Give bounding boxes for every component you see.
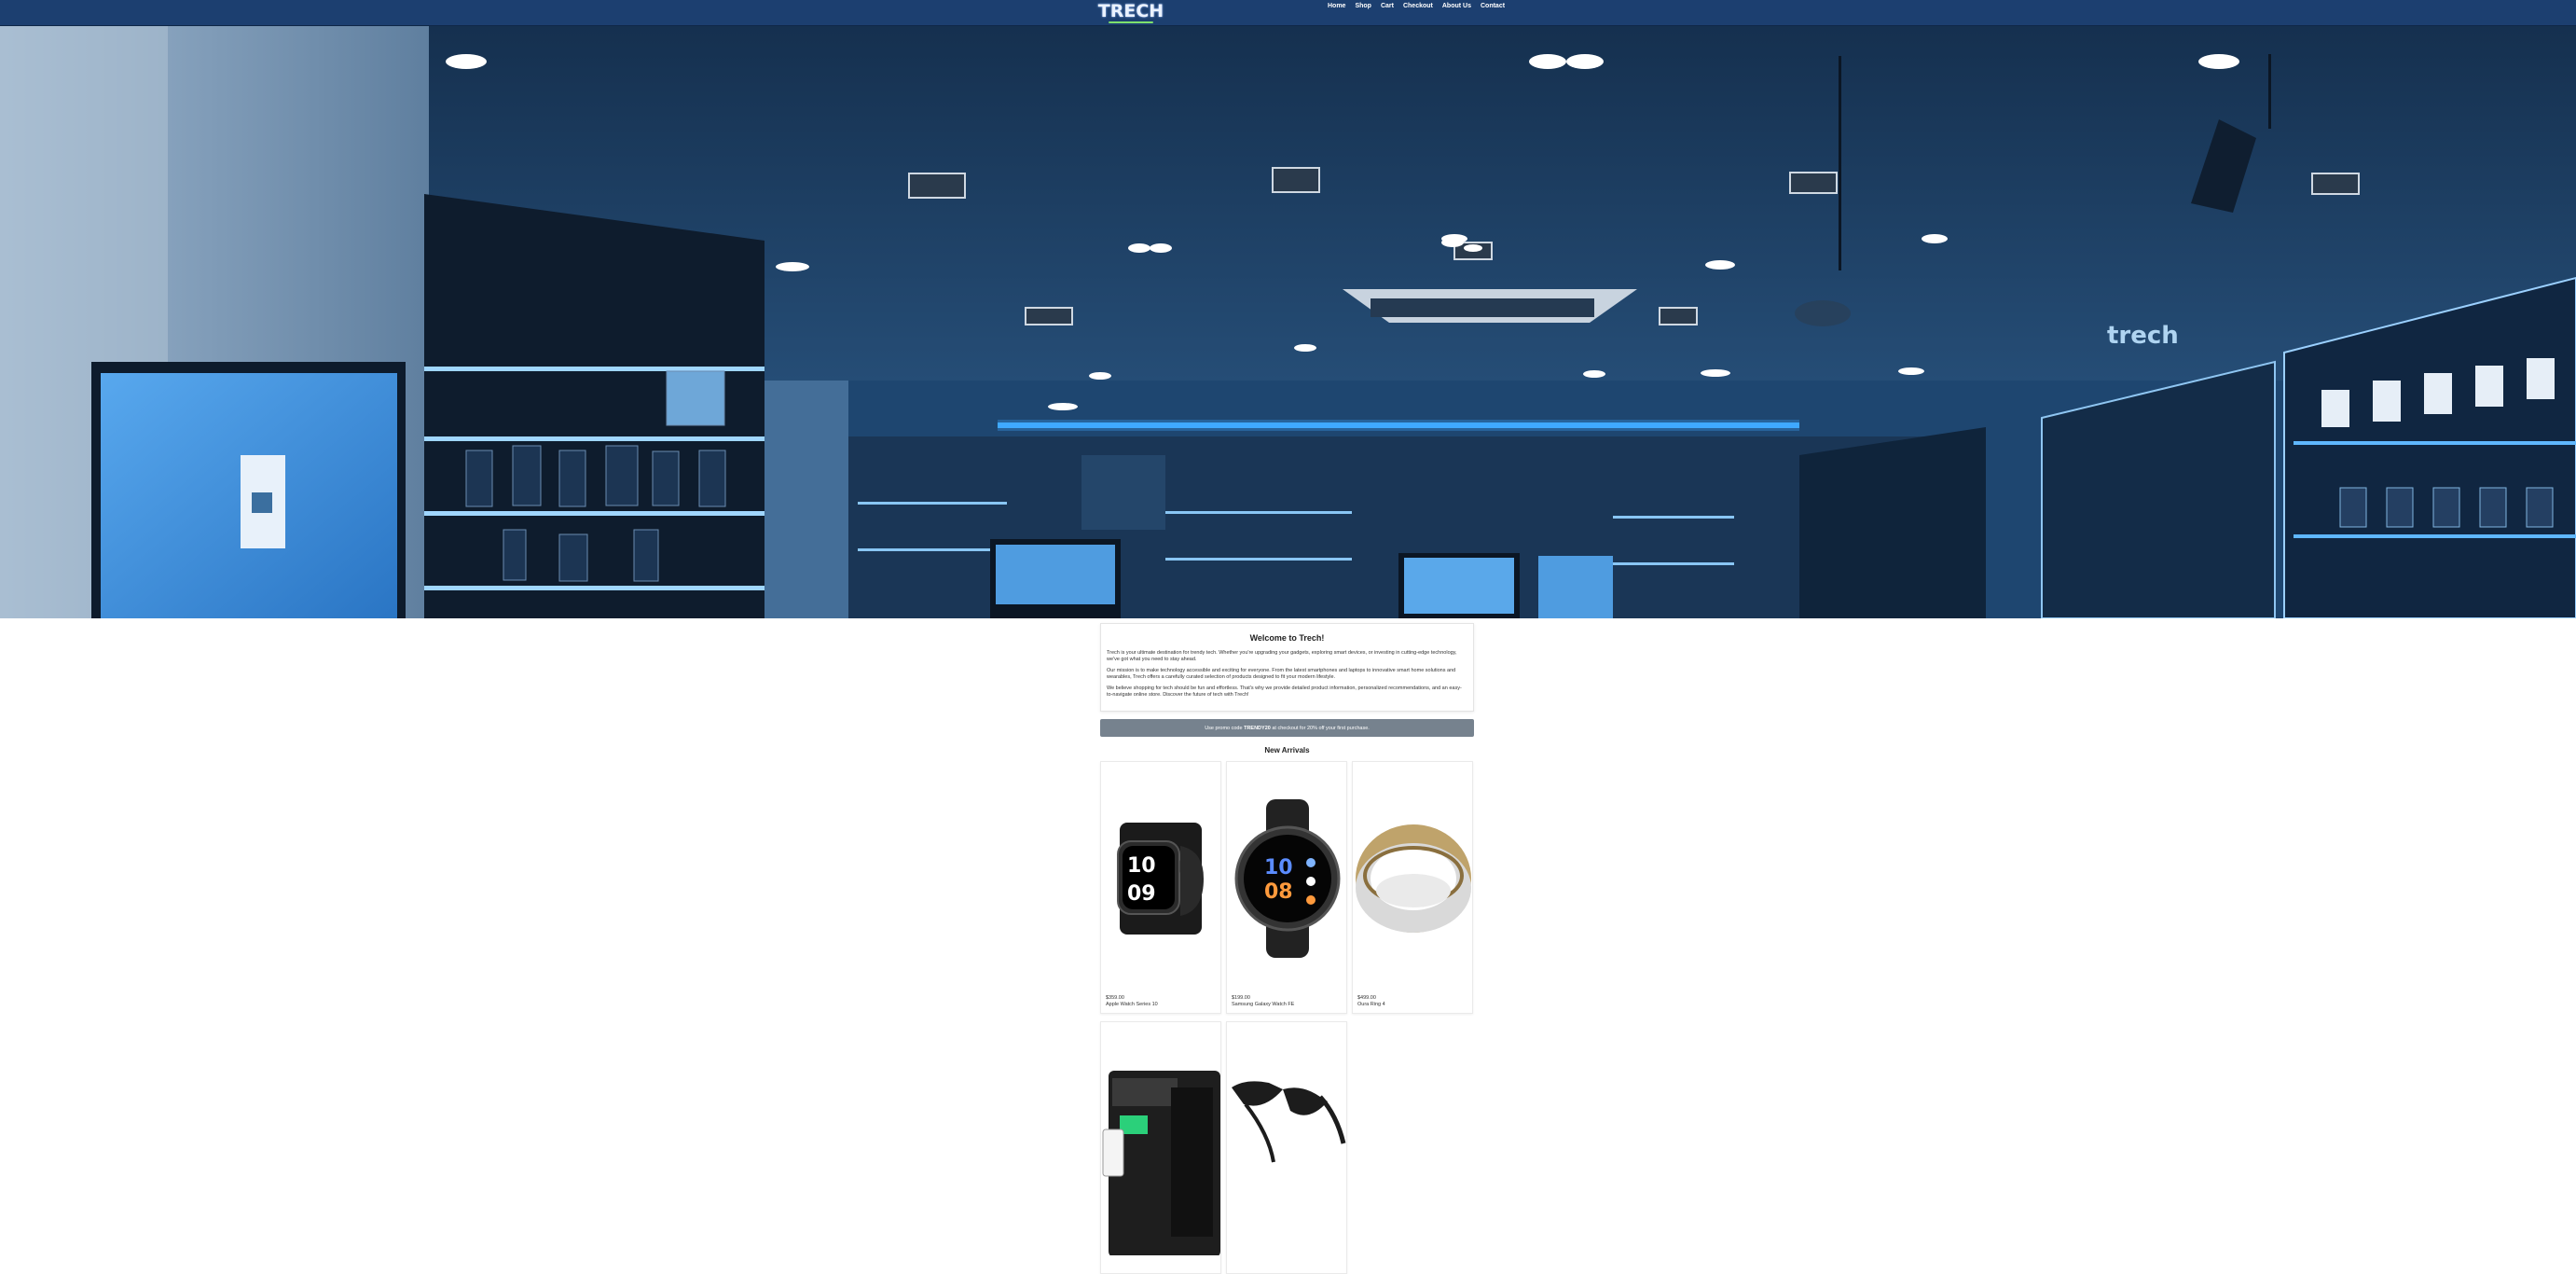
svg-text:10: 10 bbox=[1264, 856, 1293, 879]
promo-banner: Use promo code TRENDY20 at checkout for … bbox=[1100, 719, 1474, 737]
welcome-card: Welcome to Trech! Trech is your ultimate… bbox=[1100, 623, 1474, 712]
promo-code: TRENDY20 bbox=[1244, 725, 1271, 731]
product-card[interactable] bbox=[1226, 1021, 1347, 1274]
welcome-title: Welcome to Trech! bbox=[1249, 633, 1325, 643]
product-name: Oura Ring 4 bbox=[1357, 1002, 1385, 1007]
product-grid: 10 09 $359.00 Apple Watch Series 10 10 0… bbox=[1100, 761, 1474, 1274]
top-navbar: TRECH Home Shop Cart Checkout About Us C… bbox=[0, 0, 2576, 26]
nav-home-link[interactable]: Home bbox=[1328, 2, 1345, 10]
product-price: $359.00 bbox=[1106, 995, 1124, 1001]
svg-text:09: 09 bbox=[1127, 882, 1156, 906]
hero-banner: trech bbox=[0, 26, 2576, 618]
main-content: Welcome to Trech! Trech is your ultimate… bbox=[1100, 623, 1474, 1274]
apple-watch-image: 10 09 bbox=[1117, 823, 1204, 935]
product-price: $199.00 bbox=[1232, 995, 1250, 1001]
nav-about-link[interactable]: About Us bbox=[1442, 2, 1471, 10]
smart-device-image bbox=[1102, 1071, 1220, 1255]
product-price: $499.00 bbox=[1357, 995, 1376, 1001]
logo-text: TRECH bbox=[1097, 1, 1164, 21]
site-logo[interactable]: TRECH bbox=[1098, 2, 1164, 24]
nav-contact-link[interactable]: Contact bbox=[1481, 2, 1505, 10]
product-card[interactable] bbox=[1100, 1021, 1221, 1274]
welcome-paragraph: Our mission is to make technology access… bbox=[1107, 668, 1456, 680]
nav-shop-link[interactable]: Shop bbox=[1355, 2, 1371, 10]
new-arrivals-title: New Arrivals bbox=[1264, 746, 1310, 755]
svg-text:10: 10 bbox=[1127, 854, 1156, 878]
nav-cart-link[interactable]: Cart bbox=[1381, 2, 1394, 10]
svg-text:08: 08 bbox=[1264, 880, 1293, 904]
product-name: Samsung Galaxy Watch FE bbox=[1232, 1002, 1295, 1007]
smart-glasses-image bbox=[1232, 1081, 1346, 1163]
welcome-paragraph: We believe shopping for tech should be f… bbox=[1107, 685, 1462, 698]
product-name: Apple Watch Series 10 bbox=[1106, 1002, 1158, 1007]
logo-underline bbox=[1109, 21, 1153, 23]
product-card[interactable]: 10 09 $359.00 Apple Watch Series 10 bbox=[1100, 761, 1221, 1014]
oura-ring-image bbox=[1356, 824, 1471, 933]
product-card[interactable]: $499.00 Oura Ring 4 bbox=[1352, 761, 1473, 1014]
store-interior-image: trech bbox=[0, 26, 2576, 618]
welcome-paragraph: Trech is your ultimate destination for t… bbox=[1107, 650, 1457, 662]
product-card[interactable]: 10 08 $199.00 Samsung Galaxy Watch FE bbox=[1226, 761, 1347, 1014]
promo-suffix: at checkout for 20% off your first purch… bbox=[1272, 725, 1370, 731]
svg-text:trech: trech bbox=[2107, 322, 2179, 350]
nav-checkout-link[interactable]: Checkout bbox=[1403, 2, 1433, 10]
promo-prefix: Use promo code bbox=[1205, 725, 1243, 731]
galaxy-watch-image: 10 08 bbox=[1234, 799, 1341, 958]
main-nav: Home Shop Cart Checkout About Us Contact bbox=[1328, 2, 1505, 10]
